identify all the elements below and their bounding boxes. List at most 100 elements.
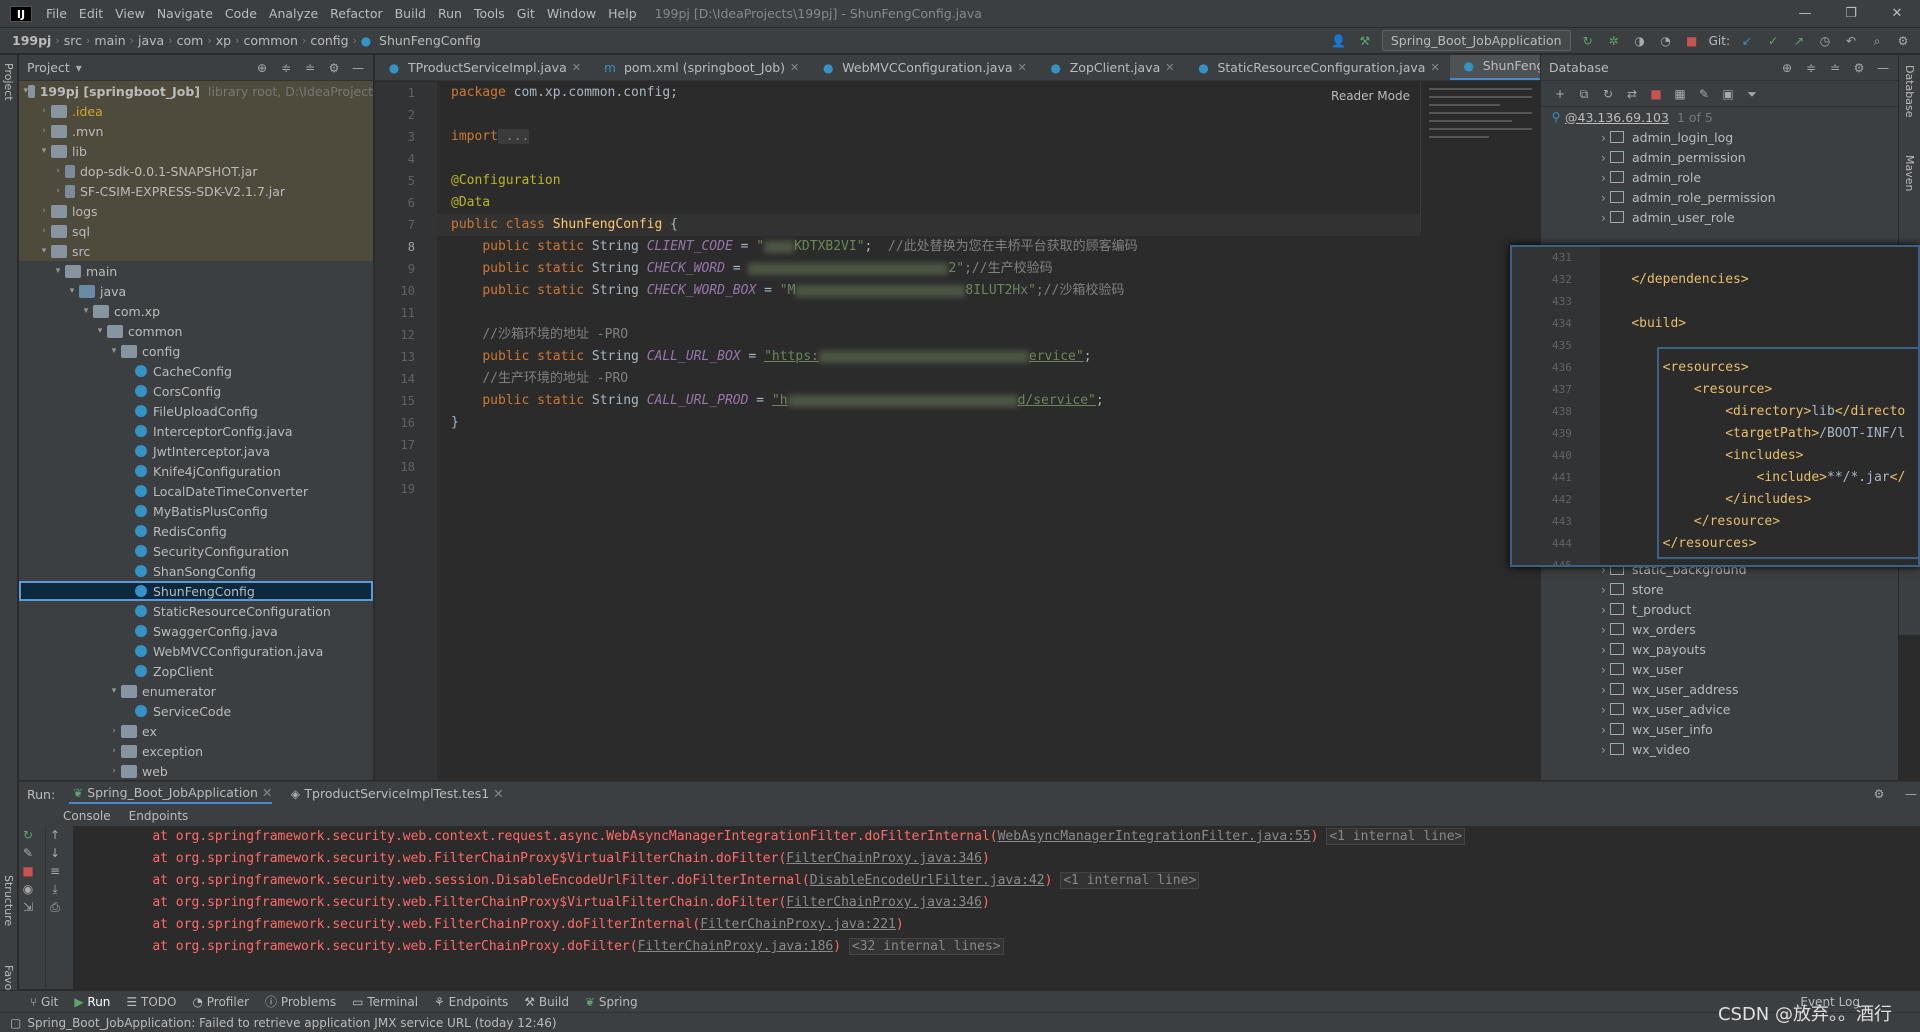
hide-icon[interactable]: — xyxy=(349,59,367,77)
restore-layout-icon[interactable]: ⇲ xyxy=(19,898,37,916)
menu-refactor[interactable]: Refactor xyxy=(324,6,388,21)
print-icon[interactable]: ⎙ xyxy=(46,898,64,916)
tab-endpoints[interactable]: Endpoints xyxy=(129,809,189,823)
tree-item[interactable]: › .idea xyxy=(19,101,373,121)
tree-item[interactable]: ServiceCode xyxy=(19,701,373,721)
tree-item[interactable]: › .mvn xyxy=(19,121,373,141)
breadcrumb-class[interactable]: ShunFengConfig xyxy=(375,33,485,48)
tree-item[interactable]: › dop-sdk-0.0.1-SNAPSHOT.jar xyxy=(19,161,373,181)
stop-icon[interactable]: ■ xyxy=(1683,32,1701,50)
tree-item[interactable]: › sql xyxy=(19,221,373,241)
menu-run[interactable]: Run xyxy=(432,6,468,21)
breadcrumb-common[interactable]: common xyxy=(240,33,302,48)
close-icon[interactable]: ✕ xyxy=(1430,55,1439,80)
menu-help[interactable]: Help xyxy=(602,6,643,21)
menu-code[interactable]: Code xyxy=(219,6,263,21)
database-tool-label[interactable]: Database xyxy=(1903,65,1916,118)
source-link[interactable]: WebAsyncManagerIntegrationFilter.java:55 xyxy=(998,829,1311,844)
tree-item[interactable]: StaticResourceConfiguration xyxy=(19,601,373,621)
tab-webmvc[interactable]: ● WebMVCConfiguration.java ✕ xyxy=(809,55,1036,80)
db-table-item[interactable]: › wx_user_address xyxy=(1541,679,1898,699)
db-table-item[interactable]: › admin_login_log xyxy=(1541,127,1898,147)
rerun-icon[interactable]: ↻ xyxy=(1579,32,1597,50)
db-table-item[interactable]: › t_product xyxy=(1541,599,1898,619)
user-icon[interactable]: 👤 xyxy=(1330,32,1348,50)
status-message[interactable]: Spring_Boot_JobApplication: Failed to re… xyxy=(27,1016,556,1030)
tree-item[interactable]: CacheConfig xyxy=(19,361,373,381)
db-table-item[interactable]: › admin_user_role xyxy=(1541,207,1898,227)
tree-item[interactable]: CorsConfig xyxy=(19,381,373,401)
console-output[interactable]: at org.springframework.security.web.cont… xyxy=(81,826,1896,989)
copy-icon[interactable]: ⧉ xyxy=(1575,85,1593,103)
tree-item[interactable]: ShanSongConfig xyxy=(19,561,373,581)
tree-item[interactable]: Knife4jConfiguration xyxy=(19,461,373,481)
close-icon[interactable]: ✕ xyxy=(262,785,272,800)
gear-icon[interactable]: ⚙ xyxy=(1850,59,1868,77)
toolwin-build[interactable]: ⚒ Build xyxy=(524,995,569,1009)
code-minimap[interactable] xyxy=(1420,82,1540,232)
history-icon[interactable]: ◷ xyxy=(1816,32,1834,50)
source-link[interactable]: DisableEncodeUrlFilter.java:42 xyxy=(810,873,1045,888)
tab-pom[interactable]: m pom.xml (springboot_Job) ✕ xyxy=(591,55,809,80)
restore-icon[interactable]: ❐ xyxy=(1828,6,1874,21)
breadcrumb-src[interactable]: src xyxy=(60,33,86,48)
tree-item[interactable]: RedisConfig xyxy=(19,521,373,541)
menu-git[interactable]: Git xyxy=(511,6,541,21)
menu-edit[interactable]: Edit xyxy=(73,6,109,21)
stop-icon[interactable]: ■ xyxy=(1647,85,1665,103)
tab-zopclient[interactable]: ● ZopClient.java ✕ xyxy=(1037,55,1185,80)
db-table-item[interactable]: › store xyxy=(1541,579,1898,599)
db-table-item[interactable]: › wx_user_advice xyxy=(1541,699,1898,719)
soft-wrap-icon[interactable]: ≡ xyxy=(46,862,64,880)
run-tab-app[interactable]: ❦ Spring_Boot_JobApplication ✕ xyxy=(69,784,273,804)
expand-all-icon[interactable]: ≑ xyxy=(1802,59,1820,77)
source-link[interactable]: FilterChainProxy.java:186 xyxy=(638,939,834,954)
source-link[interactable]: FilterChainProxy.java:221 xyxy=(700,917,896,932)
toolwin-todo[interactable]: ☰ TODO xyxy=(126,995,176,1009)
db-table-item[interactable]: › admin_role xyxy=(1541,167,1898,187)
toolwin-problems[interactable]: ⓘ Problems xyxy=(265,993,336,1010)
menu-window[interactable]: Window xyxy=(541,6,602,21)
rollback-icon[interactable]: ↶ xyxy=(1842,32,1860,50)
down-arrow-icon[interactable]: ↓ xyxy=(46,844,64,862)
db-table-item[interactable]: › admin_role_permission xyxy=(1541,187,1898,207)
settings-icon[interactable]: ⚙ xyxy=(1894,32,1912,50)
tree-item[interactable]: ▾ com.xp xyxy=(19,301,373,321)
tree-item[interactable]: MyBatisPlusConfig xyxy=(19,501,373,521)
profile-icon[interactable]: ◔ xyxy=(1657,32,1675,50)
close-icon[interactable]: ✕ xyxy=(572,55,581,80)
run-configuration-select[interactable]: Spring_Boot_JobApplication xyxy=(1381,30,1571,51)
tree-item[interactable]: ▾ enumerator xyxy=(19,681,373,701)
toolwin-spring[interactable]: ❦ Spring xyxy=(585,995,638,1009)
toolwin-endpoints[interactable]: ⚘ Endpoints xyxy=(434,995,508,1009)
tree-item[interactable]: › SF-CSIM-EXPRESS-SDK-V2.1.7.jar xyxy=(19,181,373,201)
search-icon[interactable]: ⌕ xyxy=(1868,32,1886,50)
menu-file[interactable]: File xyxy=(40,6,73,21)
add-icon[interactable]: + xyxy=(1551,85,1569,103)
db-table-item[interactable]: › admin_permission xyxy=(1541,147,1898,167)
tree-item-selected[interactable]: ShunFengConfig xyxy=(19,581,373,601)
tree-item[interactable]: LocalDateTimeConverter xyxy=(19,481,373,501)
locate-icon[interactable]: ⊕ xyxy=(253,59,271,77)
db-connection[interactable]: ⚲ @43.136.69.103 1 of 5 xyxy=(1541,107,1898,127)
breadcrumb-main[interactable]: main xyxy=(90,33,129,48)
hide-icon[interactable]: — xyxy=(1874,59,1892,77)
tree-item[interactable]: ▾ src xyxy=(19,241,373,261)
tree-item[interactable]: SecurityConfiguration xyxy=(19,541,373,561)
close-icon[interactable]: ✕ xyxy=(1018,55,1027,80)
code-area[interactable]: package com.xp.common.config; import ...… xyxy=(437,82,1420,780)
tree-item[interactable]: JwtInterceptor.java xyxy=(19,441,373,461)
toolwin-profiler[interactable]: ◔ Profiler xyxy=(192,995,249,1009)
tree-root[interactable]: ▾ 199pj [springboot_Job] library root, D:\… xyxy=(19,81,373,101)
close-icon[interactable]: ✕ xyxy=(493,786,503,801)
edit-icon[interactable]: ✎ xyxy=(1695,85,1713,103)
tab-shunfengconfig[interactable]: ●ShunFengConfig.java✕ xyxy=(1449,55,1540,80)
tree-item[interactable]: SwaggerConfig.java xyxy=(19,621,373,641)
wrench-icon[interactable]: ✎ xyxy=(19,844,37,862)
stop-icon[interactable]: ■ xyxy=(19,862,37,880)
breadcrumb-java[interactable]: java xyxy=(134,33,168,48)
tree-item[interactable]: InterceptorConfig.java xyxy=(19,421,373,441)
project-title[interactable]: Project xyxy=(27,60,70,75)
source-link[interactable]: FilterChainProxy.java:346 xyxy=(786,895,982,910)
source-link[interactable]: FilterChainProxy.java:346 xyxy=(786,851,982,866)
